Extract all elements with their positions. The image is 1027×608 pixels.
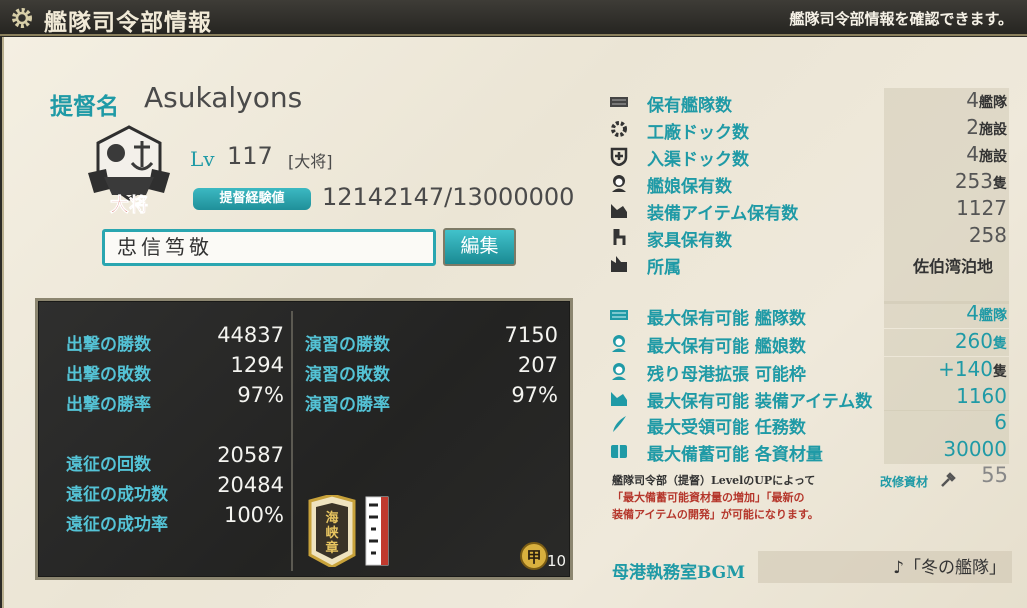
expedition-rate-value: 100% [223,503,284,527]
exercise-wins-label: 演習の勝数 [305,335,390,355]
emblem-rank-text: 大将 [110,193,148,216]
admiral-name-label: 提督名 [50,93,119,120]
sortie-losses-label: 出撃の敗数 [66,365,151,385]
fleet-icon [610,97,628,107]
gear-icon [12,8,32,28]
info-row-affiliation: 所属 佐伯湾泊地 [607,250,1009,278]
exercise-wins-value: 7150 [504,323,558,347]
screwdriver-icon [941,472,956,487]
expedition-rate-label: 遠征の成功率 [66,515,168,535]
exp-value: 12142147/13000000 [322,183,575,211]
improvement-material-value: 55 [981,463,1008,487]
chair-icon [613,229,626,245]
shipgirl-icon [612,335,626,352]
sortie-wins-label: 出撃の勝数 [66,335,151,355]
admiral-name: Asukalyons [144,81,303,114]
level-value: 117 [227,142,273,170]
ribbon-medal-icon [365,496,389,566]
expedition-success-label: 遠征の成功数 [66,485,168,505]
rank-text: [大将] [288,152,333,171]
bgm-value[interactable]: ♪「冬の艦隊」 [893,553,1006,578]
expedition-count-value: 20587 [217,443,284,467]
strait-medal-icon: 海 峡 章 [308,495,356,567]
page-subtitle: 艦隊司令部情報を確認できます。 [789,10,1013,28]
kou-medal-count: 10 [547,552,567,570]
bgm-label: 母港執務室BGM [612,563,746,583]
equipment-icon [611,392,627,406]
info-row-equipment: 装備アイテム保有数 1127 [607,196,1009,224]
edit-comment-button[interactable]: 編集 [443,228,516,266]
shipgirl-icon [612,175,626,192]
medal-char-1: 海 [325,510,338,526]
rank-emblem-icon: 大将 [88,125,170,216]
expedition-success-value: 20484 [217,473,284,497]
equipment-icon [611,204,627,218]
sortie-winrate-value: 97% [237,383,284,407]
info-row-shipgirls: 艦娘保有数 253隻 [607,169,1009,197]
resource-icon [611,445,627,458]
medal-char-3: 章 [325,540,338,556]
fleet-icon [610,310,628,320]
limit-row-quests: 最大受領可能 任務数 6 [607,410,1009,438]
battle-record-board: 出撃の勝数 44837 出撃の敗数 1294 出撃の勝率 97% 遠征の回数 2… [35,298,573,580]
exp-badge: 提督経験値 [193,188,311,210]
svg-text:甲: 甲 [526,548,541,566]
level-label: Lv [190,147,215,171]
limit-row-fleets: 最大保有可能 艦隊数 4艦隊 [607,301,1009,329]
sortie-losses-value: 1294 [230,353,284,377]
repair-icon [610,147,628,166]
header-bar: 艦隊司令部情報 艦隊司令部情報を確認できます。 [0,0,1027,36]
exercise-losses-label: 演習の敗数 [305,365,390,385]
board-divider [291,311,293,571]
level-up-note: 艦隊司令部（提督）LevelのUPによって 「最大備蓄可能資材量の増加」「最新の… [612,474,819,521]
limit-row-port-expansion: 残り母港拡張 可能枠 +140隻 [607,357,1009,385]
comment-input[interactable]: 忠信笃敬 [102,229,436,266]
info-row-spacer [607,277,1009,304]
exercise-winrate-label: 演習の勝率 [305,395,390,415]
medal-char-2: 峡 [325,525,339,541]
info-row-construction-docks: 工廠ドック数 2施設 [607,115,1009,143]
gear-icon [611,121,627,137]
limit-row-resources: 最大備蓄可能 各資材量 30000 [607,437,1009,465]
port-icon [611,256,627,272]
page-title: 艦隊司令部情報 [44,9,212,36]
exercise-winrate-value: 97% [511,383,558,407]
info-row-fleets: 保有艦隊数 4艦隊 [607,88,1009,116]
expedition-count-label: 遠征の回数 [66,455,151,475]
quest-icon [613,416,626,432]
info-row-repair-docks: 入渠ドック数 4施設 [607,142,1009,170]
sortie-wins-value: 44837 [217,323,284,347]
exercise-losses-value: 207 [517,353,558,377]
limit-row-equipment: 最大保有可能 装備アイテム数 1160 [607,384,1009,412]
info-row-furniture: 家具保有数 258 [607,223,1009,251]
limit-row-shipgirls: 最大保有可能 艦娘数 260隻 [607,329,1009,357]
sortie-winrate-label: 出撃の勝率 [66,395,151,415]
improvement-material-label: 改修資材 [880,475,929,489]
shipgirl-icon [612,363,626,380]
